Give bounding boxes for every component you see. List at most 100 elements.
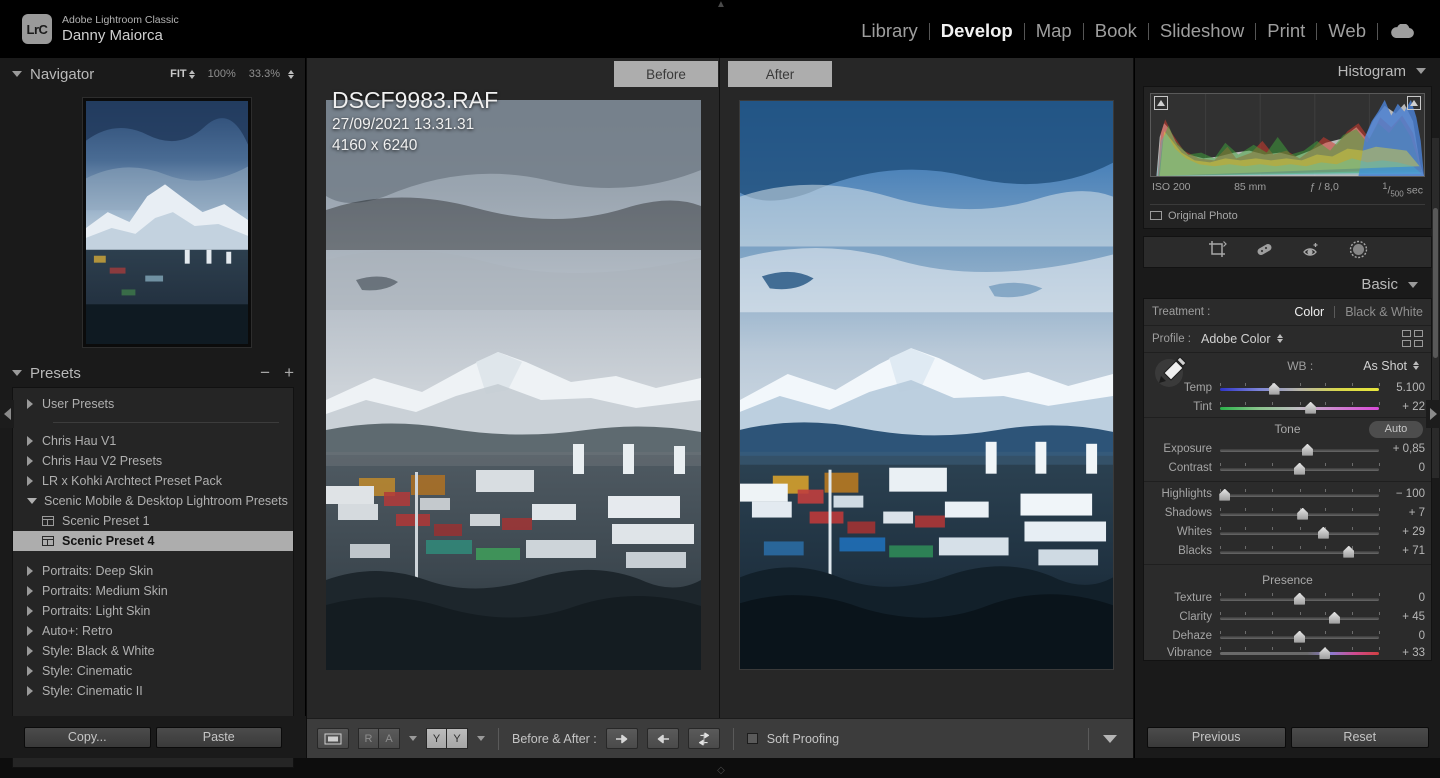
preset-group-style-cinematic[interactable]: Style: Cinematic (13, 661, 293, 681)
presets-list[interactable]: User Presets Chris Hau V1 Chris Hau V2 P… (12, 387, 294, 768)
module-map[interactable]: Map (1025, 20, 1083, 42)
preset-group-portraits-deep-skin[interactable]: Portraits: Deep Skin (13, 561, 293, 581)
preset-group-auto-retro[interactable]: Auto+: Retro (13, 621, 293, 641)
original-photo-row[interactable]: Original Photo (1150, 203, 1425, 222)
highlight-clipping-indicator[interactable] (1407, 96, 1421, 110)
flag-filter-group[interactable]: R A (358, 728, 400, 749)
module-print[interactable]: Print (1256, 20, 1316, 42)
preset-group-lr-kohki[interactable]: LR x Kohki Archtect Preset Pack (13, 471, 293, 491)
expand-triangle-icon[interactable] (27, 456, 33, 466)
basic-panel-header[interactable]: Basic (1135, 272, 1440, 298)
zoom-100-button[interactable]: 100% (208, 68, 236, 80)
zoom-fit-button[interactable]: FIT (170, 68, 195, 80)
collapse-triangle-icon[interactable] (1416, 68, 1426, 74)
identity-plate[interactable]: LrC Adobe Lightroom Classic Danny Maiorc… (22, 14, 179, 45)
slider-dehaze[interactable]: Dehaze 0 (1144, 627, 1431, 646)
slider-track[interactable] (1220, 382, 1380, 395)
histogram-graph[interactable] (1150, 93, 1425, 177)
expand-triangle-icon[interactable] (27, 476, 33, 486)
expand-triangle-icon[interactable] (27, 666, 33, 676)
navigator-preview[interactable] (82, 97, 252, 348)
filmstrip-grip[interactable]: ◇ (712, 766, 730, 776)
chevron-down-icon[interactable] (409, 736, 417, 741)
copy-after-settings-button[interactable] (646, 728, 679, 749)
preset-group-portraits-medium-skin[interactable]: Portraits: Medium Skin (13, 581, 293, 601)
add-preset-button[interactable]: + (284, 363, 294, 383)
slider-track[interactable] (1220, 401, 1380, 414)
reset-button[interactable]: Reset (1290, 726, 1429, 748)
slider-track[interactable] (1220, 611, 1380, 624)
slider-track[interactable] (1220, 526, 1380, 539)
profile-value[interactable]: Adobe Color (1201, 332, 1271, 346)
before-y-button[interactable]: Y (426, 728, 447, 749)
slider-track[interactable] (1220, 592, 1380, 605)
expand-triangle-icon[interactable] (27, 646, 33, 656)
slider-track[interactable] (1219, 488, 1380, 501)
slider-track[interactable] (1220, 545, 1380, 558)
after-y-button[interactable]: Y (447, 728, 468, 749)
module-library[interactable]: Library (850, 20, 929, 42)
wb-value[interactable]: As Shot (1363, 359, 1407, 373)
slider-shadows[interactable]: Shadows + 7 (1144, 504, 1431, 523)
expand-triangle-icon[interactable] (27, 586, 33, 596)
slider-highlights[interactable]: Highlights − 100 (1144, 485, 1431, 504)
expand-triangle-icon[interactable] (27, 686, 33, 696)
slider-track[interactable] (1220, 443, 1379, 456)
cloud-icon[interactable] (1378, 23, 1422, 39)
module-develop[interactable]: Develop (930, 20, 1024, 42)
slider-tint[interactable]: Tint + 22 (1144, 398, 1431, 417)
module-web[interactable]: Web (1317, 20, 1377, 42)
expand-triangle-icon[interactable] (27, 399, 33, 409)
profile-grid-icon[interactable] (1402, 330, 1423, 348)
preset-group-chris-hau-v1[interactable]: Chris Hau V1 (13, 431, 293, 451)
flag-approve-button[interactable]: A (379, 728, 400, 749)
image-stage[interactable]: DSCF9983.RAF 27/09/2021 13.31.31 4160 x … (307, 58, 1133, 718)
right-panel-toggle-arrow[interactable] (1426, 400, 1440, 428)
expand-triangle-icon[interactable] (27, 626, 33, 636)
preset-item-scenic-preset-4[interactable]: Scenic Preset 4 (13, 531, 293, 551)
module-slideshow[interactable]: Slideshow (1149, 20, 1255, 42)
slider-vibrance[interactable]: Vibrance + 33 (1144, 646, 1431, 660)
expand-triangle-icon[interactable] (27, 436, 33, 446)
spot-removal-icon[interactable] (1255, 240, 1274, 264)
preset-group-scenic[interactable]: Scenic Mobile & Desktop Lightroom Preset… (13, 491, 293, 511)
white-balance-selector-icon[interactable] (1152, 349, 1196, 393)
crop-overlay-icon[interactable] (1208, 240, 1227, 264)
zoom-fit-stepper-icon[interactable] (188, 69, 195, 79)
chevron-down-icon[interactable] (477, 736, 485, 741)
navigator-header[interactable]: Navigator FIT 100% 33.3% (0, 62, 306, 86)
top-panel-grip[interactable]: ▲ (713, 0, 729, 10)
slider-whites[interactable]: Whites + 29 (1144, 523, 1431, 542)
preset-group-chris-hau-v2[interactable]: Chris Hau V2 Presets (13, 451, 293, 471)
left-panel-toggle-arrow[interactable] (0, 400, 14, 428)
preset-group-style-black-white[interactable]: Style: Black & White (13, 641, 293, 661)
expand-triangle-icon[interactable] (27, 606, 33, 616)
treatment-color-button[interactable]: Color (1294, 305, 1324, 319)
paste-settings-button[interactable]: Paste (155, 726, 282, 748)
preset-item-scenic-preset-1[interactable]: Scenic Preset 1 (13, 511, 293, 531)
masking-icon[interactable] (1349, 240, 1368, 264)
expand-triangle-icon[interactable] (27, 566, 33, 576)
slider-track[interactable] (1220, 462, 1380, 475)
preset-group-portraits-light-skin[interactable]: Portraits: Light Skin (13, 601, 293, 621)
slider-texture[interactable]: Texture 0 (1144, 589, 1431, 608)
collapse-triangle-icon[interactable] (27, 498, 37, 504)
loupe-view-button[interactable] (317, 728, 349, 749)
slider-blacks[interactable]: Blacks + 71 (1144, 542, 1431, 561)
preset-group-style-cinematic-ii[interactable]: Style: Cinematic II (13, 681, 293, 701)
remove-preset-button[interactable]: − (260, 363, 270, 383)
zoom-custom-button[interactable]: 33.3% (249, 68, 294, 80)
preset-group-user-presets[interactable]: User Presets (13, 394, 293, 414)
shadow-clipping-indicator[interactable] (1154, 96, 1168, 110)
slider-knob[interactable] (1301, 443, 1313, 456)
swap-before-after-button[interactable] (687, 728, 720, 749)
slider-exposure[interactable]: Exposure + 0,85 (1144, 440, 1431, 459)
histogram-header[interactable]: Histogram (1135, 58, 1440, 84)
slider-track[interactable] (1220, 630, 1380, 643)
flag-reject-button[interactable]: R (358, 728, 379, 749)
previous-button[interactable]: Previous (1147, 726, 1286, 748)
auto-tone-button[interactable]: Auto (1369, 420, 1423, 438)
red-eye-correction-icon[interactable] (1302, 240, 1321, 264)
before-image[interactable] (326, 100, 701, 670)
slider-contrast[interactable]: Contrast 0 (1144, 459, 1431, 478)
